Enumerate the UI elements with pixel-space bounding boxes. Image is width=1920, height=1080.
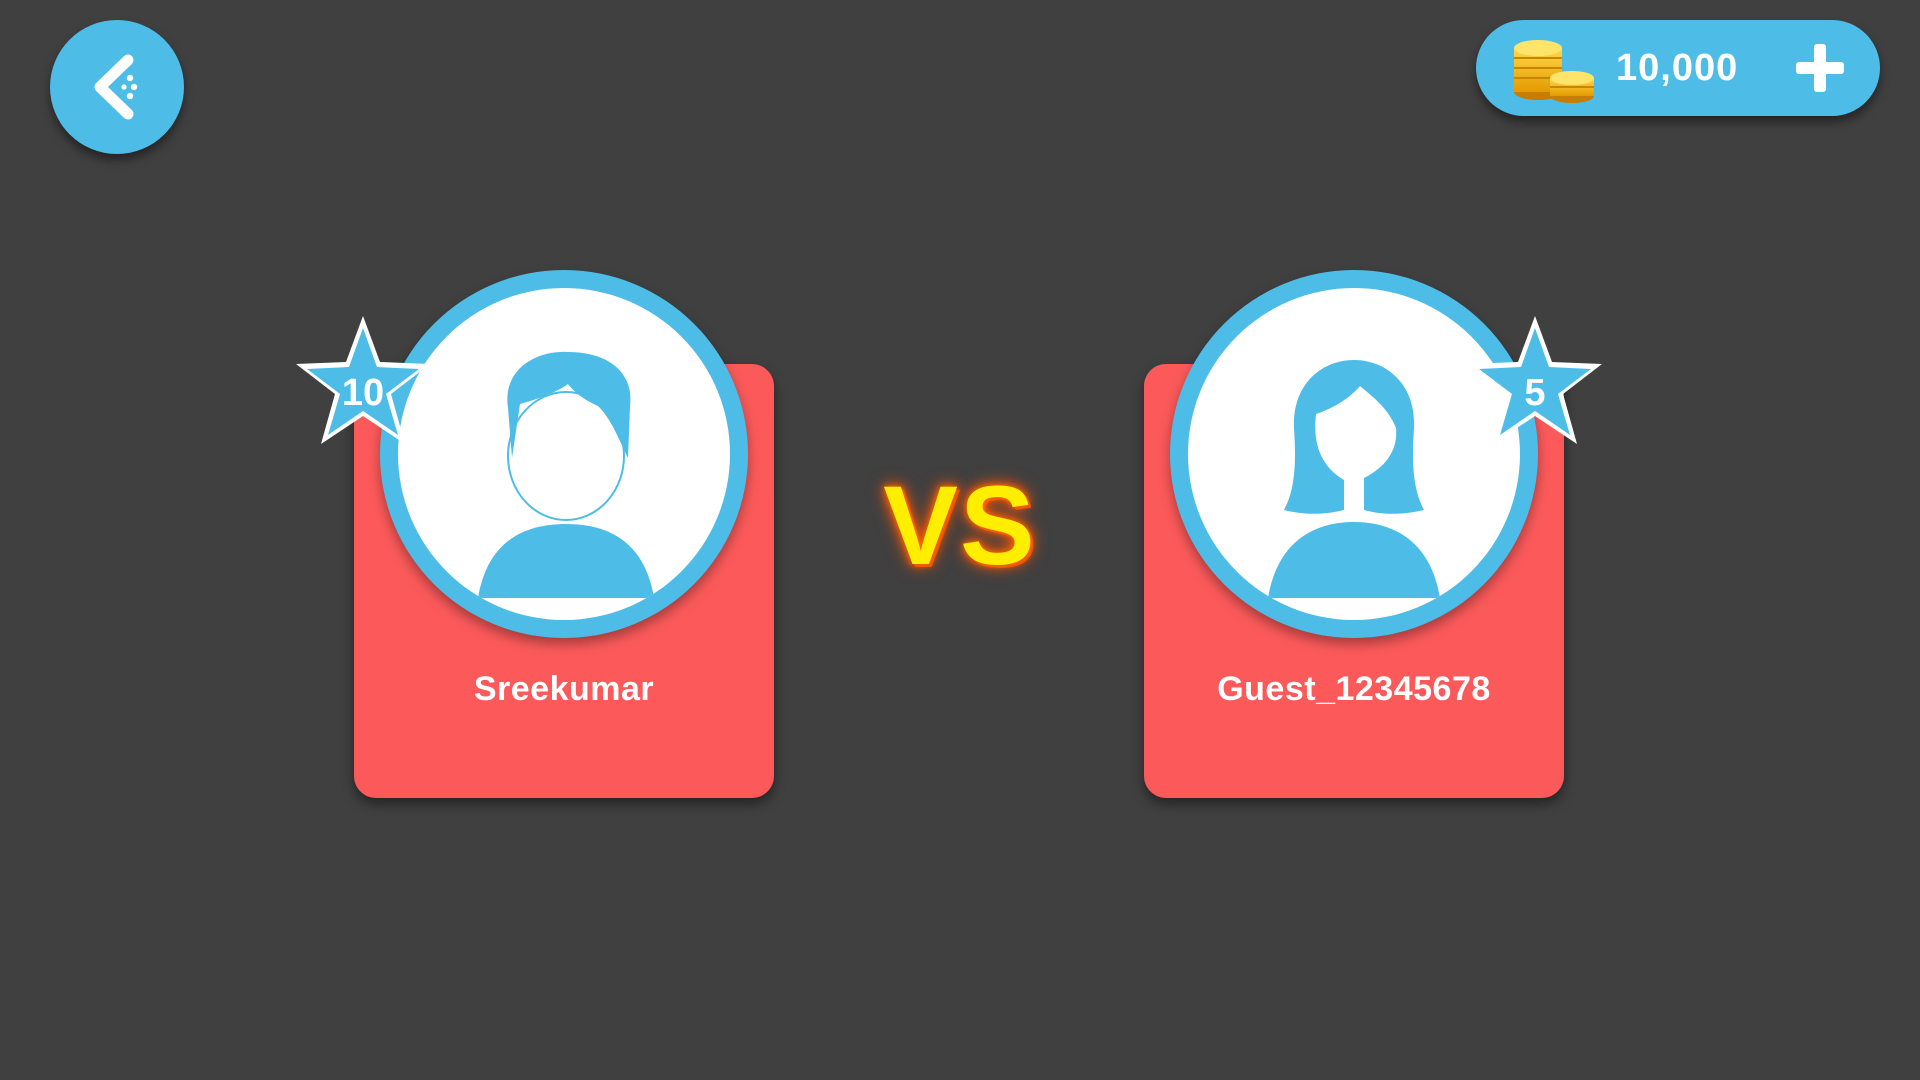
back-chevron-icon bbox=[50, 20, 184, 154]
level-badge: 5 bbox=[1460, 310, 1610, 460]
male-avatar-icon bbox=[398, 288, 730, 620]
vs-label: VS bbox=[883, 463, 1037, 588]
add-coins-button[interactable] bbox=[1794, 42, 1846, 94]
plus-icon bbox=[1794, 42, 1846, 94]
coin-balance-value: 10,000 bbox=[1616, 47, 1739, 89]
back-button[interactable] bbox=[50, 20, 184, 154]
gold-coins-icon bbox=[1508, 34, 1598, 104]
level-badge: 10 bbox=[288, 310, 438, 460]
coin-balance-bar: 10,000 bbox=[1476, 20, 1880, 116]
level-value: 5 bbox=[1524, 372, 1546, 414]
player-card-1: Sreekumar 10 bbox=[296, 270, 774, 800]
level-value: 10 bbox=[341, 372, 385, 414]
vs-screen: 10,000 Sreekumar 10 VS Guest_12345678 5 bbox=[0, 0, 1920, 1080]
player-name: Sreekumar bbox=[473, 670, 655, 708]
player-name: Guest_12345678 bbox=[1217, 670, 1491, 708]
player-card-2: Guest_12345678 5 bbox=[1144, 270, 1602, 800]
